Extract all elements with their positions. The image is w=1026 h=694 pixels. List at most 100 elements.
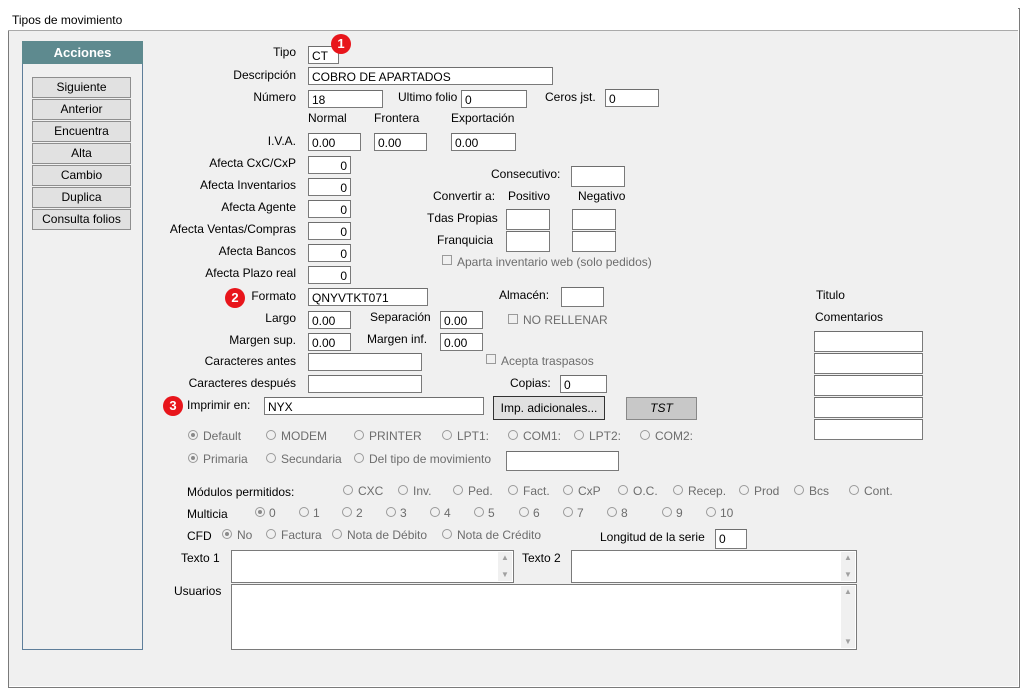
consecutivo-field[interactable]	[571, 166, 625, 187]
window-title: Tipos de movimiento	[12, 13, 123, 27]
scroll-down-icon[interactable]: ▼	[841, 569, 855, 581]
margen-inf-field[interactable]: 0.00	[440, 333, 483, 351]
scroll-up-icon[interactable]: ▲	[841, 586, 855, 598]
texto2-scrollbar[interactable]: ▲ ▼	[841, 552, 855, 581]
scroll-up-icon[interactable]: ▲	[841, 552, 855, 564]
multicia-radio-0[interactable]	[255, 507, 265, 517]
ultimo-folio-field[interactable]: 0	[461, 90, 527, 108]
formato-field[interactable]: QNYVTKT071	[308, 288, 428, 306]
modulo-cxc-radio[interactable]	[343, 485, 353, 495]
duplicate-button[interactable]: Duplica	[32, 187, 131, 208]
descripcion-field[interactable]: COBRO DE APARTADOS	[308, 67, 553, 85]
almacen-field[interactable]	[561, 287, 604, 307]
no-rellenar-checkbox[interactable]	[508, 314, 518, 324]
afecta-bancos-label: Afecta Bancos	[218, 244, 296, 258]
radio-modem[interactable]	[266, 430, 276, 440]
radio-secundaria[interactable]	[266, 453, 276, 463]
multicia-radio-7[interactable]	[563, 507, 573, 517]
afecta-ventas-field[interactable]: 0	[308, 222, 351, 240]
tdas-propias-negativo-field[interactable]	[572, 209, 616, 230]
tdas-propias-positivo-field[interactable]	[506, 209, 550, 230]
car-antes-field[interactable]	[308, 353, 422, 371]
afecta-inventarios-field[interactable]: 0	[308, 178, 351, 196]
modulo-inv-radio[interactable]	[398, 485, 408, 495]
change-button[interactable]: Cambio	[32, 165, 131, 186]
margen-sup-field[interactable]: 0.00	[308, 333, 351, 351]
modulo-prod-radio[interactable]	[739, 485, 749, 495]
cfd-radio-no[interactable]	[222, 529, 232, 539]
del-tipo-field[interactable]	[506, 451, 619, 471]
car-despues-field[interactable]	[308, 375, 422, 393]
scroll-down-icon[interactable]: ▼	[841, 636, 855, 648]
modulo-recep-radio[interactable]	[673, 485, 683, 495]
cfd-radio-nota-credito[interactable]	[442, 529, 452, 539]
radio-com1[interactable]	[508, 430, 518, 440]
texto1-textarea[interactable]: ▲ ▼	[231, 550, 514, 583]
longitud-serie-field[interactable]: 0	[715, 529, 747, 549]
multicia-radio-6[interactable]	[519, 507, 529, 517]
ceros-field[interactable]: 0	[605, 89, 659, 107]
afecta-plazo-field[interactable]: 0	[308, 266, 351, 284]
imprimir-label: Imprimir en:	[187, 398, 251, 412]
radio-primaria[interactable]	[188, 453, 198, 463]
iva-label: I.V.A.	[267, 134, 296, 148]
acepta-traspasos-checkbox[interactable]	[486, 354, 496, 364]
next-button[interactable]: Siguiente	[32, 77, 131, 98]
multicia-radio-8[interactable]	[607, 507, 617, 517]
radio-lpt2[interactable]	[574, 430, 584, 440]
franquicia-negativo-field[interactable]	[572, 231, 616, 252]
multicia-label-9: 9	[676, 506, 683, 520]
afecta-bancos-field[interactable]: 0	[308, 244, 351, 262]
add-button[interactable]: Alta	[32, 143, 131, 164]
texto1-scrollbar[interactable]: ▲ ▼	[498, 552, 512, 581]
modulo-cxp-radio[interactable]	[563, 485, 573, 495]
titulo-field[interactable]	[814, 331, 923, 352]
largo-field[interactable]: 0.00	[308, 311, 351, 329]
modulo-fact-radio[interactable]	[508, 485, 518, 495]
multicia-radio-5[interactable]	[474, 507, 484, 517]
modulo-prod-label: Prod	[754, 484, 780, 498]
cfd-radio-factura[interactable]	[266, 529, 276, 539]
numero-field[interactable]: 18	[308, 90, 383, 108]
radio-default[interactable]	[188, 430, 198, 440]
modulo-ped-radio[interactable]	[453, 485, 463, 495]
multicia-radio-2[interactable]	[342, 507, 352, 517]
find-button[interactable]: Encuentra	[32, 121, 131, 142]
imprimir-field[interactable]: NYX	[264, 397, 484, 415]
radio-lpt1[interactable]	[442, 430, 452, 440]
modulo-bcs-radio[interactable]	[794, 485, 804, 495]
franquicia-positivo-field[interactable]	[506, 231, 550, 252]
comentarios-field-4[interactable]	[814, 419, 923, 440]
multicia-radio-4[interactable]	[430, 507, 440, 517]
usuarios-scrollbar[interactable]: ▲ ▼	[841, 586, 855, 648]
comentarios-field-3[interactable]	[814, 397, 923, 418]
radio-del-tipo[interactable]	[354, 453, 364, 463]
separacion-field[interactable]: 0.00	[440, 311, 483, 329]
previous-button[interactable]: Anterior	[32, 99, 131, 120]
multicia-radio-10[interactable]	[706, 507, 716, 517]
radio-com2[interactable]	[640, 430, 650, 440]
radio-printer[interactable]	[354, 430, 364, 440]
copias-field[interactable]: 0	[560, 375, 607, 393]
imp-adicionales-button[interactable]: Imp. adicionales...	[493, 396, 605, 420]
modulo-oc-radio[interactable]	[618, 485, 628, 495]
scroll-up-icon[interactable]: ▲	[498, 552, 512, 564]
query-folios-button[interactable]: Consulta folios	[32, 209, 131, 230]
iva-frontera-field[interactable]: 0.00	[374, 133, 427, 151]
aparta-web-checkbox[interactable]	[442, 255, 452, 265]
iva-exportacion-field[interactable]: 0.00	[451, 133, 516, 151]
scroll-down-icon[interactable]: ▼	[498, 569, 512, 581]
texto2-textarea[interactable]: ▲ ▼	[571, 550, 857, 583]
multicia-radio-9[interactable]	[662, 507, 672, 517]
afecta-agente-field[interactable]: 0	[308, 200, 351, 218]
afecta-cxc-field[interactable]: 0	[308, 156, 351, 174]
comentarios-field-1[interactable]	[814, 353, 923, 374]
multicia-radio-3[interactable]	[386, 507, 396, 517]
comentarios-field-2[interactable]	[814, 375, 923, 396]
cfd-radio-nota-debito[interactable]	[332, 529, 342, 539]
iva-normal-field[interactable]: 0.00	[308, 133, 361, 151]
usuarios-textarea[interactable]: ▲ ▼	[231, 584, 857, 650]
multicia-radio-1[interactable]	[299, 507, 309, 517]
modulo-cont-radio[interactable]	[849, 485, 859, 495]
tst-button[interactable]: TST	[626, 397, 697, 420]
